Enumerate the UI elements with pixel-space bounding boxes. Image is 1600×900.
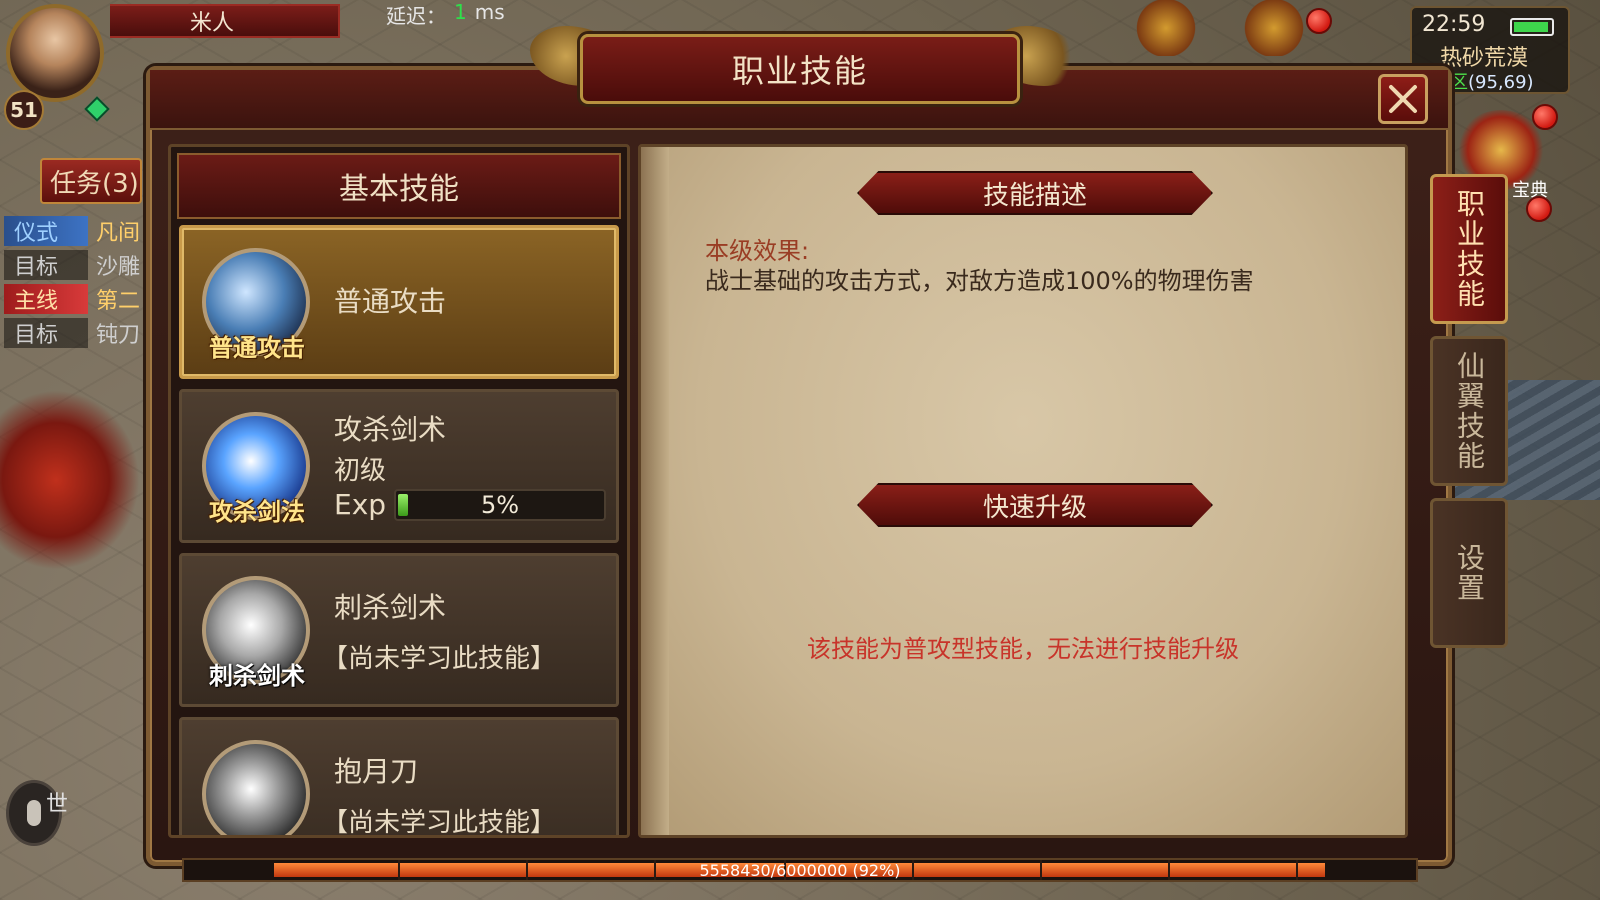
skill-item-normal-attack[interactable]: 普通攻击 普通攻击 — [179, 225, 619, 379]
job-skill-dialog: 职业技能 基本技能 普通攻击 普通攻击 攻杀剑法 攻杀剑术 初级 Exp 5% — [146, 26, 1452, 866]
skill-status: 【尚未学习此技能】 — [322, 808, 557, 838]
quest-tag: 仪式 — [4, 216, 88, 246]
skill-exp-bar: 5% — [394, 488, 607, 521]
gift-icon[interactable] — [1244, 0, 1304, 56]
skill-icon-caption: 普通攻击 — [209, 334, 305, 362]
latency-value: 1 — [454, 0, 467, 24]
player-exp-bar: 5558430/6000000 (92%) — [182, 858, 1418, 882]
quest-text: 第二 — [96, 289, 141, 314]
moon-blade-icon — [202, 740, 310, 835]
quest-tag: 主线 — [4, 284, 88, 314]
quest-row[interactable]: 主线 第二 — [4, 282, 144, 316]
skill-name: 攻杀剑术 — [334, 413, 447, 446]
skill-name: 刺杀剑术 — [334, 591, 447, 624]
tab-label: 职业技能 — [1453, 189, 1486, 309]
player-level-badge: 51 — [4, 90, 44, 130]
latency-readout: 延迟： 1 ms — [386, 0, 505, 29]
tab-label: 仙翼技能 — [1453, 351, 1486, 471]
tab-settings[interactable]: 设置 — [1430, 498, 1508, 648]
quest-row[interactable]: 目标 沙雕 — [4, 248, 144, 282]
quest-list: 仪式 凡间 目标 沙雕 主线 第二 目标 钝刀 — [4, 214, 144, 350]
microphone-icon — [27, 800, 41, 826]
player-name-bar: 米人 — [110, 4, 340, 38]
latency-label: 延迟： — [386, 4, 446, 28]
dialog-title: 职业技能 — [580, 34, 1020, 104]
close-icon — [1389, 85, 1417, 113]
skill-name: 抱月刀 — [334, 755, 419, 788]
world-fire-effect — [0, 390, 140, 570]
quick-upgrade-banner: 快速升级 — [857, 483, 1213, 527]
skill-rank: 初级 — [334, 456, 387, 486]
skill-name: 普通攻击 — [334, 285, 447, 318]
skill-item-thrust-sword[interactable]: 刺杀剑术 刺杀剑术 【尚未学习此技能】 — [179, 553, 619, 707]
skill-list-header: 基本技能 — [177, 153, 621, 219]
skill-description-panel: 技能描述 本级效果: 战士基础的攻击方式，对敌方造成100%的物理伤害 快速升级… — [638, 144, 1408, 838]
quest-tab-button[interactable]: 任务(3) — [40, 158, 142, 204]
skill-icon-caption: 刺杀剑术 — [209, 662, 305, 690]
player-avatar[interactable] — [6, 4, 104, 102]
latency-unit: ms — [474, 0, 505, 24]
player-exp-text: 5558430/6000000 (92%) — [699, 860, 901, 880]
notification-dot — [1526, 196, 1552, 222]
tab-job-skill[interactable]: 职业技能 — [1430, 174, 1508, 324]
quest-tag: 目标 — [4, 318, 88, 348]
player-name: 米人 — [190, 11, 235, 36]
clock-time: 22:59 — [1422, 12, 1486, 37]
notification-dot — [1306, 8, 1332, 34]
world-chat-label[interactable]: 世 — [46, 786, 68, 818]
quest-tag: 目标 — [4, 250, 88, 280]
skill-list-panel: 基本技能 普通攻击 普通攻击 攻杀剑法 攻杀剑术 初级 Exp 5% 刺杀剑术 … — [168, 144, 630, 838]
quest-row[interactable]: 目标 钝刀 — [4, 316, 144, 350]
quest-text: 沙雕 — [96, 255, 141, 280]
battery-icon — [1510, 18, 1554, 36]
exp-label: Exp — [334, 488, 387, 521]
skill-status: 【尚未学习此技能】 — [322, 644, 557, 674]
skill-exp-percent: 5% — [481, 490, 520, 519]
skill-icon-caption: 攻杀剑法 — [209, 498, 305, 526]
skill-item-attack-sword[interactable]: 攻杀剑法 攻杀剑术 初级 Exp 5% — [179, 389, 619, 543]
coords-value: (95,69) — [1468, 72, 1534, 93]
skill-description-banner: 技能描述 — [857, 171, 1213, 215]
effect-text: 战士基础的攻击方式，对敌方造成100%的物理伤害 — [705, 267, 1254, 295]
quest-text: 钝刀 — [96, 323, 141, 348]
close-button[interactable] — [1378, 74, 1428, 124]
event-icon[interactable] — [1136, 0, 1196, 56]
upgrade-warning-text: 该技能为普攻型技能，无法进行技能升级 — [807, 635, 1239, 663]
quest-row[interactable]: 仪式 凡间 — [4, 214, 144, 248]
skill-item-moon-blade[interactable]: 抱月刀 【尚未学习此技能】 — [179, 717, 619, 838]
quest-text: 凡间 — [96, 221, 141, 246]
skill-exp-row: Exp 5% — [334, 488, 607, 521]
quest-tab-label: 任务(3) — [50, 168, 139, 199]
tab-label: 设置 — [1453, 543, 1486, 603]
tab-wing-skill[interactable]: 仙翼技能 — [1430, 336, 1508, 486]
